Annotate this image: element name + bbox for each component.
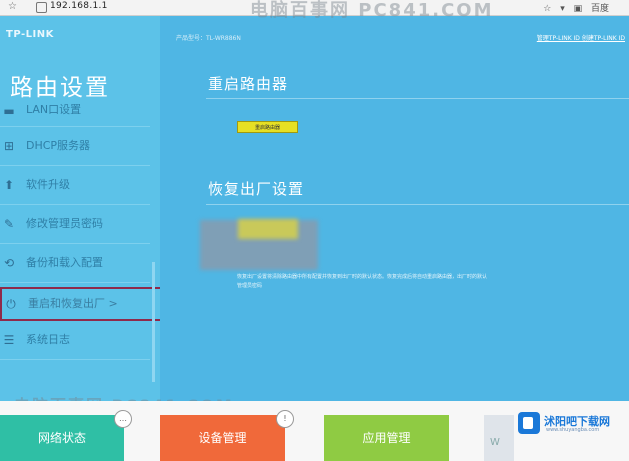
log-icon: ☰ — [3, 333, 15, 347]
reboot-divider — [206, 98, 629, 99]
reset-section-title: 恢复出厂设置 — [208, 180, 305, 198]
lock-icon: ✎ — [3, 217, 15, 231]
address-bar[interactable]: 192.168.1.1 — [50, 1, 108, 11]
site-logo-icon — [518, 412, 540, 434]
sidebar-title: 路由设置 — [10, 75, 110, 101]
dhcp-icon: ⊞ — [3, 139, 15, 153]
sidebar-menu: ▬ LAN口设置 ⊞ DHCP服务器 ⬆ 软件升级 ✎ 修改管理员密码 ⟲ 备份… — [0, 102, 168, 360]
tp-link-logo: TP-LINK — [6, 29, 54, 40]
sidebar-item-password[interactable]: ✎ 修改管理员密码 — [0, 205, 150, 244]
dropdown-icon[interactable]: ▾ — [560, 4, 565, 14]
device-management-tile[interactable]: 设备管理 — [160, 415, 285, 461]
sidebar: TP-LINK 路由设置 ▬ LAN口设置 ⊞ DHCP服务器 ⬆ 软件升级 ✎… — [0, 16, 168, 401]
reboot-button[interactable]: 重启路由器 — [237, 121, 298, 133]
sidebar-item-dhcp[interactable]: ⊞ DHCP服务器 — [0, 127, 150, 166]
sidebar-item-label: 重启和恢复出厂 > — [28, 297, 118, 310]
browser-right-icons: ☆ ▾ ▣ 百度 — [537, 1, 609, 14]
partial-tile: W — [484, 415, 514, 461]
sidebar-item-label: LAN口设置 — [26, 103, 82, 116]
tile-label: 设备管理 — [198, 431, 247, 445]
reboot-section-title: 重启路由器 — [208, 75, 289, 93]
lan-icon: ▬ — [3, 104, 15, 118]
sidebar-item-label: 软件升级 — [26, 178, 70, 191]
watermark-top: 电脑百事网 PC841.COM — [250, 0, 494, 21]
tile-label: 应用管理 — [362, 431, 411, 445]
sidebar-item-label: 备份和载入配置 — [26, 256, 103, 269]
device-management-badge: ! — [276, 410, 294, 428]
sidebar-item-backup[interactable]: ⟲ 备份和载入配置 — [0, 244, 150, 283]
bookmark-star-icon[interactable]: ☆ — [543, 4, 551, 14]
reset-description-line: 管理员密码 — [237, 283, 263, 289]
device-info: 产品型号：TL-WR886N — [176, 35, 241, 42]
blurred-reset-button[interactable] — [238, 219, 298, 239]
upgrade-icon: ⬆ — [3, 178, 15, 192]
sidebar-scrollbar[interactable] — [152, 262, 155, 382]
windows-glyph-icon: W — [490, 437, 500, 448]
site-badge: 沭阳吧下载网 www.shuyangba.com — [516, 410, 626, 438]
reset-description-line: 恢复出厂设置将清除路由器中所有配置并恢复到出厂时的默认状态。恢复完成后将自动重启… — [237, 274, 488, 280]
network-status-tile[interactable]: 网络状态 — [0, 415, 124, 461]
sidebar-item-reboot-reset[interactable]: ⏻ 重启和恢复出厂 > — [0, 287, 168, 321]
sidebar-item-label: 系统日志 — [26, 333, 70, 346]
sidebar-item-label: DHCP服务器 — [26, 139, 91, 152]
shield-icon[interactable] — [36, 2, 47, 13]
tp-link-id-links[interactable]: 管理TP-LINK ID 创建TP-LINK ID — [537, 33, 625, 42]
power-icon: ⏻ — [6, 297, 16, 311]
sidebar-item-lan[interactable]: ▬ LAN口设置 — [0, 102, 150, 127]
backup-icon: ⟲ — [3, 256, 15, 270]
bookmark-icon[interactable]: ▣ — [574, 4, 583, 14]
site-url: www.shuyangba.com — [546, 427, 600, 433]
main-content: 产品型号：TL-WR886N 管理TP-LINK ID 创建TP-LINK ID… — [160, 16, 629, 401]
app-management-tile[interactable]: 应用管理 — [324, 415, 449, 461]
browser-menu-label[interactable]: 百度 — [591, 4, 609, 14]
reset-description: 恢复出厂设置将清除路由器中所有配置并恢复到出厂时的默认状态。恢复完成后将自动重启… — [237, 273, 629, 291]
sidebar-item-upgrade[interactable]: ⬆ 软件升级 — [0, 166, 150, 205]
star-icon[interactable]: ☆ — [8, 1, 17, 12]
reset-divider — [206, 204, 629, 205]
sidebar-item-label: 修改管理员密码 — [26, 217, 103, 230]
tile-label: 网络状态 — [37, 431, 86, 445]
sidebar-item-syslog[interactable]: ☰ 系统日志 — [0, 321, 150, 360]
network-status-badge: … — [114, 410, 132, 428]
